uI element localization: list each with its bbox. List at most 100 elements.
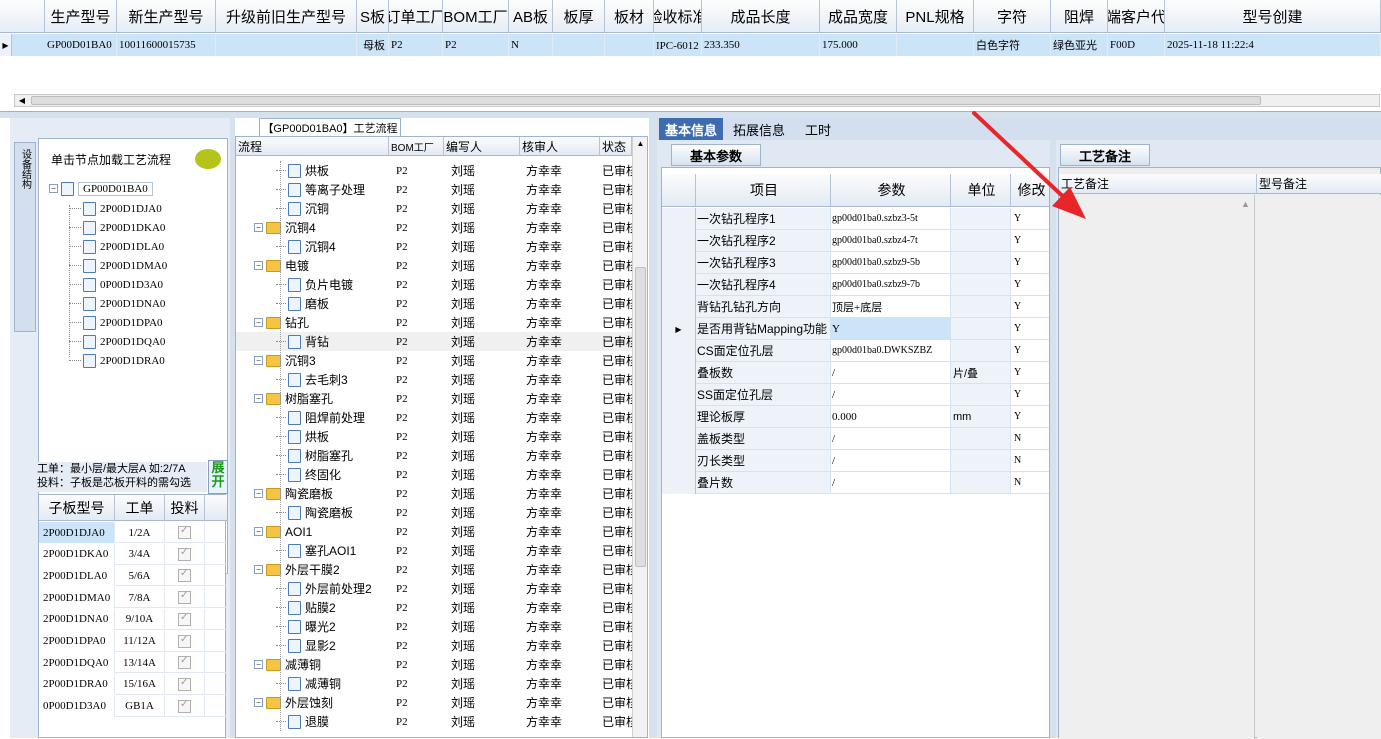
param-value[interactable]: Y (831, 318, 951, 339)
param-value[interactable]: / (831, 472, 951, 493)
subboard-row[interactable]: 2P00D1DRA0 15/16A (39, 673, 227, 695)
grid-cell[interactable]: 白色字符 (974, 34, 1051, 55)
process-row[interactable]: 沉铜4 P2 刘瑶 方幸幸 已审核 (236, 237, 632, 256)
process-row[interactable]: 沉铜 P2 刘瑶 方幸幸 已审核 (236, 199, 632, 218)
feed-checkbox[interactable] (178, 568, 191, 583)
top-hscrollbar[interactable]: ◀ (14, 94, 1380, 107)
column-header[interactable]: AB板 (509, 0, 553, 33)
subboard-header[interactable]: 子板型号 (39, 495, 115, 521)
subboard-order[interactable]: 7/8A (115, 587, 165, 609)
scroll-left-icon[interactable]: ◀ (15, 95, 29, 106)
process-row[interactable]: 减薄铜 P2 刘瑶 方幸幸 已审核 (236, 674, 632, 693)
column-header[interactable]: 成品宽度 (820, 0, 897, 33)
tree-node[interactable]: 2P00D1DMA0 (69, 256, 167, 275)
expand-button[interactable]: 展开 (208, 460, 228, 494)
process-row[interactable]: 背钻 P2 刘瑶 方幸幸 已审核 (236, 332, 632, 351)
process-row[interactable]: − 陶瓷磨板 P2 刘瑶 方幸幸 已审核 (236, 484, 632, 503)
process-row[interactable]: − 电镀 P2 刘瑶 方幸幸 已审核 (236, 256, 632, 275)
param-row[interactable]: 盖板类型 / N (662, 428, 1049, 450)
subboard-order[interactable]: 13/14A (115, 652, 165, 674)
column-header[interactable]: 升级前旧生产型号 (216, 0, 357, 33)
column-header[interactable]: S板 (357, 0, 389, 33)
param-value[interactable]: / (831, 428, 951, 449)
param-value[interactable]: / (831, 384, 951, 405)
grid-cell[interactable]: 母板 (357, 34, 389, 55)
column-header[interactable]: 验收标准 (654, 0, 702, 33)
collapse-icon[interactable]: − (254, 394, 263, 403)
process-row[interactable]: − 沉铜4 P2 刘瑶 方幸幸 已审核 (236, 218, 632, 237)
feed-checkbox[interactable] (178, 612, 191, 626)
process-row[interactable]: 终固化 P2 刘瑶 方幸幸 已审核 (236, 465, 632, 484)
param-value[interactable]: gp00d01ba0.szbz4-7t (831, 230, 951, 251)
scroll-up-icon[interactable]: ▲ (1241, 199, 1250, 209)
collapse-icon[interactable]: − (254, 565, 263, 574)
grid-cell[interactable] (553, 34, 605, 55)
param-header[interactable]: 修改 (1011, 174, 1049, 207)
process-note-input[interactable]: ▲ (1059, 195, 1255, 739)
tree-node[interactable]: 2P00D1DJA0 (69, 199, 162, 218)
collapse-icon[interactable]: − (254, 489, 263, 498)
subboard-order[interactable]: 5/6A (115, 565, 165, 587)
tree-node[interactable]: 2P00D1DLA0 (69, 237, 164, 256)
subboard-order[interactable]: 1/2A (115, 522, 165, 543)
model-note-input[interactable] (1257, 195, 1381, 739)
feed-checkbox[interactable] (178, 699, 191, 713)
subboard-row[interactable]: 2P00D1DMA0 7/8A (39, 587, 227, 609)
tab-basic-info[interactable]: 基本信息 (659, 118, 723, 140)
subboard-order[interactable]: GB1A (115, 695, 165, 717)
collapse-icon[interactable]: − (254, 318, 263, 327)
collapse-icon[interactable]: − (254, 356, 263, 365)
process-row[interactable]: 等离子处理 P2 刘瑶 方幸幸 已审核 (236, 180, 632, 199)
process-header[interactable]: 状态 (600, 137, 632, 156)
subboard-order[interactable]: 9/10A (115, 608, 165, 630)
notes-tab[interactable]: 工艺备注 (1060, 144, 1150, 166)
subboard-row[interactable]: 2P00D1DQA0 13/14A (39, 652, 227, 674)
collapse-icon[interactable]: − (254, 698, 263, 707)
tree-node[interactable]: 2P00D1DRA0 (69, 351, 165, 370)
grid-cell[interactable]: 175.000 (820, 34, 897, 55)
collapse-icon[interactable]: − (254, 223, 263, 232)
process-row[interactable]: − AOI1 P2 刘瑶 方幸幸 已审核 (236, 522, 632, 541)
param-row[interactable]: 背钻孔钻孔方向 顶层+底层 Y (662, 296, 1049, 318)
param-row[interactable]: 一次钻孔程序4 gp00d01ba0.szbz9-7b Y (662, 274, 1049, 296)
column-header[interactable]: 型号创建 (1165, 0, 1381, 33)
scroll-up-icon[interactable]: ▲ (634, 139, 647, 148)
subboard-order[interactable]: 3/4A (115, 543, 165, 565)
process-row[interactable]: − 外层干膜2 P2 刘瑶 方幸幸 已审核 (236, 560, 632, 579)
feed-checkbox[interactable] (178, 634, 191, 648)
tree-node[interactable]: 2P00D1DQA0 (69, 332, 165, 351)
param-row[interactable]: 一次钻孔程序2 gp00d01ba0.szbz4-7t Y (662, 230, 1049, 252)
grid-cell[interactable] (605, 34, 654, 55)
tab-extended-info[interactable]: 拓展信息 (727, 118, 791, 140)
param-row[interactable]: SS面定位孔层 / Y (662, 384, 1049, 406)
process-header[interactable]: 编写人 (444, 137, 520, 156)
subboard-header[interactable]: 工单 (115, 495, 165, 521)
tree-node[interactable]: 2P00D1DPA0 (69, 313, 163, 332)
param-value[interactable]: 0.000 (831, 406, 951, 427)
subboard-row[interactable]: 2P00D1DJA0 1/2A (39, 522, 227, 543)
subboard-row[interactable]: 0P00D1D3A0 GB1A (39, 695, 227, 717)
feed-checkbox[interactable] (178, 590, 191, 605)
process-row[interactable]: 外层前处理2 P2 刘瑶 方幸幸 已审核 (236, 579, 632, 598)
process-row[interactable]: − 减薄铜 P2 刘瑶 方幸幸 已审核 (236, 655, 632, 674)
column-header[interactable]: 板材 (605, 0, 654, 33)
param-row[interactable]: 刃长类型 / N (662, 450, 1049, 472)
tree-root[interactable]: − GP00D01BA0 (49, 179, 153, 198)
param-row[interactable]: 叠片数 / N (662, 472, 1049, 494)
subboard-row[interactable]: 2P00D1DNA0 9/10A (39, 608, 227, 630)
param-header[interactable]: 参数 (831, 174, 951, 207)
column-header[interactable]: 生产型号 (45, 0, 117, 33)
process-row[interactable]: 去毛刺3 P2 刘瑶 方幸幸 已审核 (236, 370, 632, 389)
grid-cell[interactable]: F00D (1108, 34, 1165, 55)
param-value[interactable]: gp00d01ba0.szbz3-5t (831, 208, 951, 229)
grid-cell[interactable]: 绿色亚光 (1051, 34, 1108, 55)
process-row[interactable]: 陶瓷磨板 P2 刘瑶 方幸幸 已审核 (236, 503, 632, 522)
feed-checkbox[interactable] (178, 655, 191, 670)
tree-node[interactable]: 0P00D1D3A0 (69, 275, 163, 294)
subboard-row[interactable]: 2P00D1DLA0 5/6A (39, 565, 227, 587)
param-value[interactable]: / (831, 450, 951, 471)
process-row[interactable]: 塞孔AOI1 P2 刘瑶 方幸幸 已审核 (236, 541, 632, 560)
subboard-order[interactable]: 11/12A (115, 630, 165, 652)
tab-work-hours[interactable]: 工时 (795, 118, 841, 140)
process-row[interactable]: − 钻孔 P2 刘瑶 方幸幸 已审核 (236, 313, 632, 332)
